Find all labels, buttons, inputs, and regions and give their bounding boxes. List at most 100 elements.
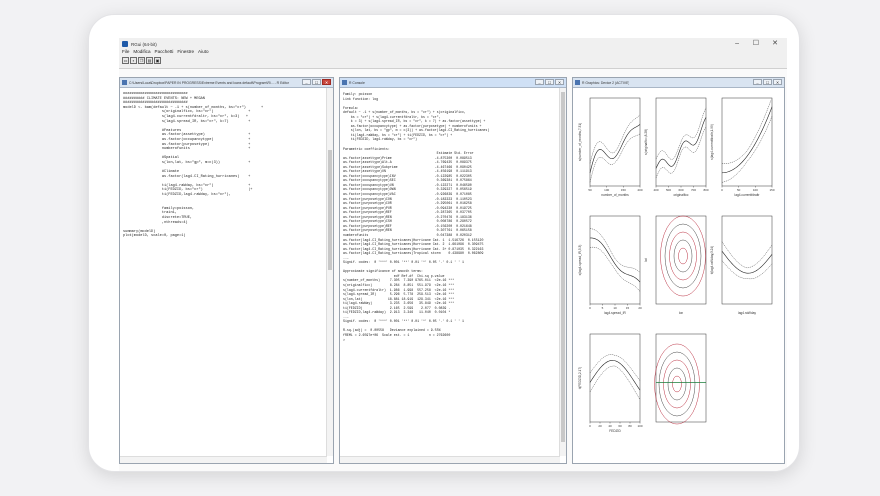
graphics-minimize-button[interactable]: – bbox=[753, 79, 762, 85]
confidence-band bbox=[589, 133, 641, 183]
print-icon[interactable]: ▣ bbox=[154, 57, 161, 64]
y-axis-label: s(lag4.currentfdraltr,1.99) bbox=[710, 124, 714, 160]
x-tick-label: 100 bbox=[753, 188, 758, 192]
close-button[interactable]: ✕ bbox=[772, 38, 778, 50]
save-icon[interactable]: ▪ bbox=[130, 57, 137, 64]
y-axis-label: s(originalficc,8.28) bbox=[644, 129, 648, 155]
editor-code[interactable]: ############################## #########… bbox=[123, 92, 325, 455]
editor-pane[interactable]: C:\Users\Luca\Dropbox\PAPER IN PROGRESS\… bbox=[119, 77, 334, 464]
smooth-curve bbox=[589, 237, 641, 283]
editor-vertical-scrollbar[interactable] bbox=[326, 88, 333, 456]
y-axis-label: s(lag4.spread_IR,5.3) bbox=[578, 244, 582, 276]
contour-line bbox=[654, 343, 700, 425]
rgui-window: RGui (64-bit) – ☐ ✕ File Modifica Pacche… bbox=[119, 38, 787, 471]
confidence-band bbox=[721, 116, 773, 183]
contour-line bbox=[673, 239, 693, 273]
smooth-curve bbox=[589, 360, 641, 391]
console-close-button[interactable]: ✕ bbox=[555, 79, 564, 85]
menu-finestre[interactable]: Finestre bbox=[177, 48, 194, 56]
confidence-band bbox=[589, 114, 641, 164]
x-tick-label: 10 bbox=[613, 306, 617, 310]
plot-canvas bbox=[654, 333, 707, 425]
console-titlebar[interactable]: R Console – ☐ ✕ bbox=[340, 78, 566, 88]
console-window-icon bbox=[342, 80, 347, 85]
confidence-band bbox=[655, 126, 707, 178]
paste-icon[interactable]: ▤ bbox=[146, 57, 153, 64]
smooth-plot: 50 100 150 200 number_of_months s(number_of_m… bbox=[577, 92, 643, 210]
graphics-maximize-button[interactable]: ☐ bbox=[763, 79, 772, 85]
smooth-plot: 400 500 600 700 800 originalficc s(originalfic… bbox=[643, 92, 709, 210]
plot-frame bbox=[655, 333, 707, 423]
contour-line bbox=[660, 215, 706, 297]
console-vertical-scrollbar[interactable] bbox=[559, 88, 566, 456]
plot-frame bbox=[655, 215, 707, 305]
x-tick-label: 80 bbox=[628, 424, 632, 428]
smooth-plot: 0 5 10 15 20 lag4.spread_IR s(lag4.spread_IR,5… bbox=[577, 210, 643, 328]
x-tick-label: 150 bbox=[769, 188, 774, 192]
confidence-band bbox=[655, 107, 707, 160]
console-output[interactable]: Family: poisson Link function: log Formu… bbox=[343, 92, 558, 455]
console-minimize-button[interactable]: – bbox=[535, 79, 544, 85]
editor-title: C:\Users\Luca\Dropbox\PAPER IN PROGRESS\… bbox=[129, 80, 289, 85]
menu-aiuto[interactable]: Aiuto bbox=[198, 48, 208, 56]
contour-line bbox=[664, 223, 702, 289]
graphics-window-icon bbox=[575, 80, 580, 85]
editor-close-button[interactable]: ✕ bbox=[322, 79, 331, 85]
x-tick-label: 40 bbox=[608, 424, 612, 428]
y-axis-label: ti(FEDZID,2.17) bbox=[578, 366, 582, 390]
mdi-workspace: C:\Users\Luca\Dropbox\PAPER IN PROGRESS\… bbox=[119, 68, 787, 471]
console-horizontal-scrollbar[interactable] bbox=[340, 456, 560, 463]
graphics-pane[interactable]: R Graphics: Device 2 (ACTIVE) – ☐ ✕ 50 10… bbox=[572, 77, 785, 464]
x-axis-label: lag4.currentfdraltr bbox=[734, 193, 760, 197]
plot-grid: 50 100 150 200 number_of_months s(number_of_m… bbox=[577, 92, 775, 453]
smooth-plot: lag4.raWday ti(lag4.raWday,3.24) bbox=[709, 210, 775, 328]
device-frame: RGui (64-bit) – ☐ ✕ File Modifica Pacche… bbox=[88, 14, 800, 472]
x-tick-label: 50 bbox=[588, 188, 592, 192]
console-maximize-button[interactable]: ☐ bbox=[545, 79, 554, 85]
editor-minimize-button[interactable]: – bbox=[302, 79, 311, 85]
minimize-button[interactable]: – bbox=[735, 38, 739, 50]
confidence-band bbox=[721, 241, 773, 269]
contour-line bbox=[663, 359, 691, 409]
x-tick-label: 50 bbox=[737, 188, 741, 192]
confidence-band bbox=[589, 246, 641, 292]
editor-maximize-button[interactable]: ☐ bbox=[312, 79, 321, 85]
x-tick-label: 15 bbox=[626, 306, 630, 310]
contour-line bbox=[658, 351, 696, 417]
editor-window-icon bbox=[122, 80, 127, 85]
confidence-band bbox=[589, 228, 641, 273]
x-tick-label: 600 bbox=[678, 188, 683, 192]
smooth-curve bbox=[589, 124, 641, 173]
copy-icon[interactable]: ❐ bbox=[138, 57, 145, 64]
editor-titlebar[interactable]: C:\Users\Luca\Dropbox\PAPER IN PROGRESS\… bbox=[120, 78, 333, 88]
menu-pacchetti[interactable]: Pacchetti bbox=[155, 48, 174, 56]
title-bar: RGui (64-bit) bbox=[119, 38, 787, 50]
x-tick-label: 100 bbox=[604, 188, 609, 192]
graphics-close-button[interactable]: ✕ bbox=[773, 79, 782, 85]
editor-horizontal-scrollbar[interactable] bbox=[120, 456, 327, 463]
menu-file[interactable]: File bbox=[122, 48, 129, 56]
x-tick-label: 500 bbox=[666, 188, 671, 192]
x-tick-label: 0 bbox=[589, 306, 591, 310]
x-axis-label: lon bbox=[678, 311, 684, 315]
contour-line bbox=[669, 231, 697, 281]
x-tick-label: 5 bbox=[602, 306, 604, 310]
smooth-curve bbox=[655, 117, 707, 169]
confidence-band bbox=[589, 354, 641, 381]
x-tick-label: 20 bbox=[598, 424, 602, 428]
x-tick-label: 60 bbox=[618, 424, 622, 428]
maximize-button[interactable]: ☐ bbox=[753, 38, 759, 50]
menu-modifica[interactable]: Modifica bbox=[133, 48, 150, 56]
confidence-band bbox=[721, 99, 773, 164]
x-tick-label: 20 bbox=[638, 306, 642, 310]
smooth-plot: 0 20 40 60 80 100 FEDZID ti(FEDZID,2.17) bbox=[577, 328, 643, 446]
console-pane[interactable]: R Console – ☐ ✕ Family: poisson Link fun… bbox=[339, 77, 567, 464]
x-axis-label: lag4.spread_IR bbox=[604, 311, 626, 315]
console-title: R Console bbox=[349, 80, 365, 85]
open-folder-icon[interactable]: ▭ bbox=[122, 57, 129, 64]
plot-frame bbox=[589, 215, 641, 305]
contour-line bbox=[678, 247, 688, 265]
contour-line bbox=[672, 375, 682, 393]
graphics-titlebar[interactable]: R Graphics: Device 2 (ACTIVE) – ☐ ✕ bbox=[573, 78, 784, 88]
smooth-plot: lon lat bbox=[643, 210, 709, 328]
